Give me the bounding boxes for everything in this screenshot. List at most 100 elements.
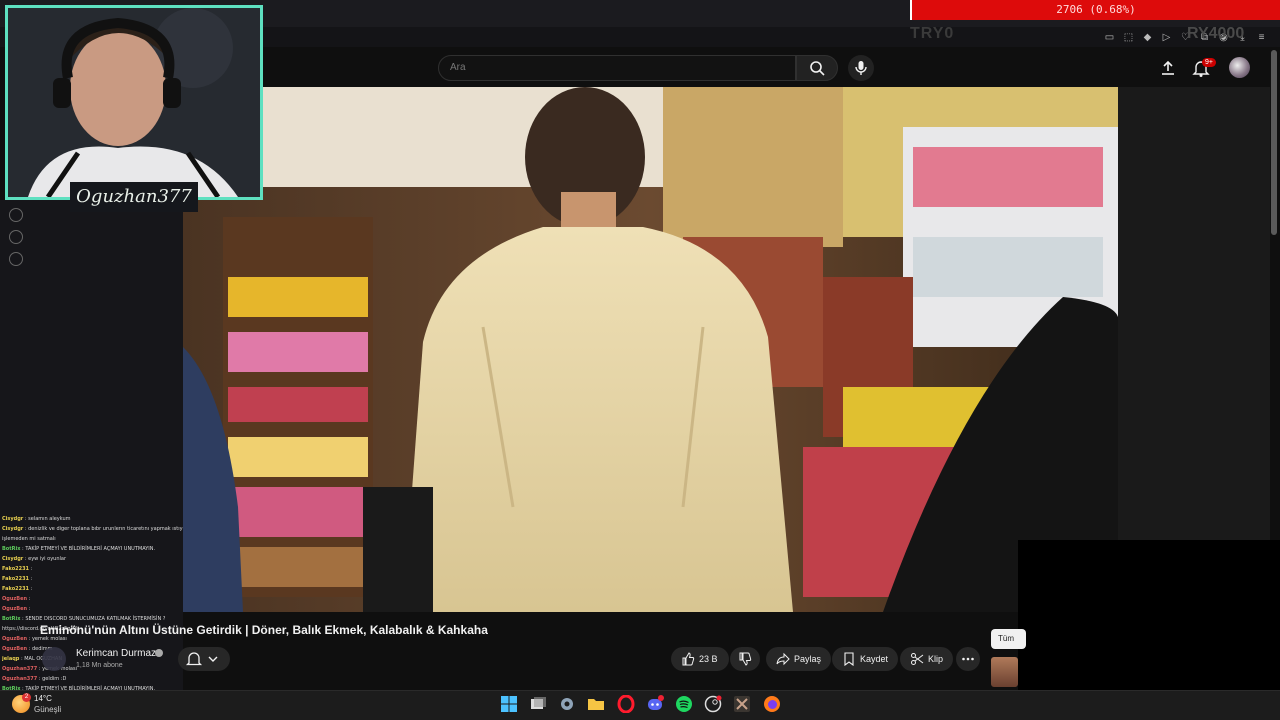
windows-taskbar bbox=[0, 690, 1280, 720]
chat-username[interactable]: jelaqp bbox=[2, 656, 19, 662]
bell-icon bbox=[185, 652, 218, 666]
notification-count-badge: 9+ bbox=[1202, 58, 1216, 67]
subscriber-count: 1,18 Mn abone bbox=[76, 662, 123, 669]
filter-chip-tooltip[interactable]: Tüm bbox=[991, 629, 1026, 649]
file-explorer-icon[interactable] bbox=[587, 695, 605, 713]
chat-username[interactable]: Cisydgr bbox=[2, 556, 23, 562]
chat-message: Cisydgr : selamın aleykum bbox=[2, 514, 192, 524]
subscription-bell-button[interactable] bbox=[178, 647, 230, 671]
shield-icon[interactable]: ◆ bbox=[1141, 31, 1154, 44]
chat-message: BotRix : TAKİP ETMEYİ VE BİLDİRİMLERİ AÇ… bbox=[2, 544, 192, 554]
sidebar-recommendations bbox=[1118, 87, 1270, 540]
streamer-webcam bbox=[5, 5, 263, 200]
ticker-symbol-secondary: RY4000 bbox=[1187, 25, 1245, 42]
like-count: 23 B bbox=[699, 654, 718, 664]
verified-check-icon bbox=[155, 649, 163, 657]
more-dots-icon bbox=[962, 657, 974, 661]
play-icon[interactable]: ▷ bbox=[1160, 31, 1173, 44]
chat-username[interactable]: Cisydgr bbox=[2, 526, 23, 532]
chat-text: SENDE DISCORD SUNUCUMUZA KATILMAK İSTERM… bbox=[25, 616, 166, 622]
chat-username[interactable]: Fako2231 bbox=[2, 576, 29, 582]
scissors-icon bbox=[911, 653, 924, 665]
windows-start-icon[interactable] bbox=[500, 695, 518, 713]
settings-icon[interactable] bbox=[558, 695, 576, 713]
chat-message: işlemeden mi satmalı bbox=[2, 534, 192, 544]
search-input[interactable]: Ara bbox=[438, 55, 796, 81]
screen: 2706 (0.68%) TRY0 ▭ ⬚ ◆ ▷ ♡ ⧉ ◉ ⤓ ≡ RY40… bbox=[0, 0, 1280, 720]
thumbs-up-icon bbox=[682, 652, 695, 666]
chat-username[interactable]: BotRix bbox=[2, 616, 20, 622]
save-button[interactable]: Kaydet bbox=[832, 647, 899, 671]
video-title: Eminönü'nün Altını Üstüne Getirdik | Dön… bbox=[40, 623, 488, 637]
chat-separator: : bbox=[29, 576, 33, 582]
chat-username[interactable]: Oguzhan377 bbox=[2, 676, 37, 682]
chat-separator: : bbox=[27, 596, 31, 602]
upload-icon[interactable] bbox=[1158, 58, 1178, 78]
bookmark-save-icon bbox=[844, 652, 854, 666]
chat-text: TAKİP ETMEYİ VE BİLDİRİMLERİ AÇMAYI UNUT… bbox=[25, 546, 156, 552]
chat-message: Cisydgr : denizlik ve diger toplana bıbr… bbox=[2, 524, 192, 534]
chat-username[interactable]: BotRix bbox=[2, 546, 20, 552]
bookmark-icon[interactable]: ▭ bbox=[1103, 31, 1116, 44]
microphone-icon bbox=[855, 61, 867, 75]
steam-icon[interactable] bbox=[704, 695, 722, 713]
chat-username[interactable]: Oguzhan377 bbox=[2, 666, 37, 672]
chat-separator: : bbox=[29, 566, 33, 572]
page-scrollbar[interactable] bbox=[1271, 50, 1277, 235]
chat-text: işlemeden mi satmalı bbox=[2, 536, 56, 542]
search-button[interactable] bbox=[796, 55, 838, 81]
screenshot-icon[interactable]: ⬚ bbox=[1122, 31, 1135, 44]
chat-username[interactable]: Cisydgr bbox=[2, 516, 23, 522]
like-button[interactable]: 23 B bbox=[671, 647, 729, 671]
history-icon[interactable] bbox=[9, 208, 23, 222]
chat-username[interactable]: Fako2231 bbox=[2, 566, 29, 572]
more-actions-button[interactable] bbox=[956, 647, 980, 671]
chat-username[interactable]: Fako2231 bbox=[2, 586, 29, 592]
share-label: Paylaş bbox=[794, 654, 822, 664]
weather-temperature: 14°C bbox=[34, 694, 52, 703]
webcam-name-tag: Oguzhan377 bbox=[70, 182, 198, 212]
chat-username[interactable]: OguzBen bbox=[2, 606, 27, 612]
save-label: Kaydet bbox=[860, 654, 889, 664]
chat-text: geldim :D bbox=[42, 676, 67, 682]
video-player[interactable] bbox=[183, 87, 1118, 612]
discord-icon[interactable] bbox=[646, 695, 664, 713]
settings-gear-icon[interactable] bbox=[9, 252, 23, 266]
task-view-icon[interactable] bbox=[529, 695, 547, 713]
share-icon bbox=[776, 652, 790, 666]
search-icon bbox=[810, 61, 825, 76]
chat-separator: : bbox=[27, 606, 31, 612]
share-button[interactable]: Paylaş bbox=[766, 647, 832, 671]
game-launcher-icon[interactable] bbox=[733, 695, 751, 713]
overlay-panel bbox=[1018, 540, 1280, 690]
voice-search-button[interactable] bbox=[848, 55, 874, 81]
video-frame bbox=[183, 87, 1118, 612]
chat-username[interactable]: OguzBen bbox=[2, 646, 27, 652]
opera-browser-icon[interactable] bbox=[617, 695, 635, 713]
chat-text: eyw iyi oyunlar bbox=[28, 556, 67, 562]
chat-separator: : bbox=[29, 586, 33, 592]
price-ticker-bar: 2706 (0.68%) bbox=[910, 0, 1280, 20]
thumbs-down-icon bbox=[739, 652, 752, 666]
dislike-button[interactable] bbox=[730, 647, 760, 671]
clip-button[interactable]: Klip bbox=[900, 647, 954, 671]
weather-description: Güneşli bbox=[34, 705, 62, 714]
chat-username[interactable]: OguzBen bbox=[2, 596, 27, 602]
chat-message: Cisydgr : eyw iyi oyunlar bbox=[2, 554, 192, 564]
pin-icon[interactable] bbox=[9, 230, 23, 244]
spotify-icon[interactable] bbox=[675, 695, 693, 713]
chat-message: Fako2231 : bbox=[2, 564, 192, 574]
firefox-icon[interactable] bbox=[763, 695, 781, 713]
menu-icon[interactable]: ≡ bbox=[1255, 31, 1268, 44]
weather-badge: 2 bbox=[22, 693, 31, 702]
chat-message: Fako2231 : bbox=[2, 584, 192, 594]
chat-username[interactable]: OguzBen bbox=[2, 636, 27, 642]
chat-message: Oguzhan377 : geldim :D bbox=[2, 674, 192, 684]
channel-avatar[interactable] bbox=[42, 647, 66, 671]
recommended-thumbnail[interactable] bbox=[991, 657, 1018, 687]
chat-message: OguzBen : bbox=[2, 594, 192, 604]
webcam-feed bbox=[8, 8, 260, 197]
channel-name[interactable]: Kerimcan Durmaz bbox=[76, 648, 156, 659]
clip-label: Klip bbox=[928, 654, 944, 664]
account-avatar[interactable] bbox=[1229, 57, 1250, 78]
